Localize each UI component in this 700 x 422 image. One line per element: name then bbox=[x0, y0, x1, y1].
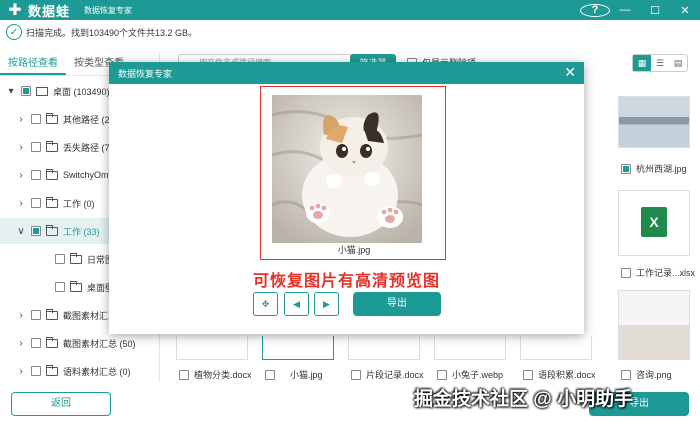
expand-chevron-icon[interactable]: › bbox=[16, 338, 26, 349]
folder-icon bbox=[46, 140, 58, 152]
dialog-close-button[interactable]: ✕ bbox=[564, 65, 576, 79]
help-button[interactable]: ? bbox=[580, 3, 610, 17]
close-window-button[interactable]: ✕ bbox=[670, 4, 700, 17]
folder-icon bbox=[46, 336, 58, 348]
thumbnail-phrases[interactable] bbox=[520, 336, 592, 360]
excel-icon: X bbox=[641, 207, 667, 237]
folder-icon bbox=[46, 196, 58, 208]
thumbnail-kitten[interactable] bbox=[262, 336, 334, 360]
file-item-xlsx[interactable]: 工作记录...xlsx bbox=[616, 266, 695, 279]
next-icon: ▶ bbox=[323, 298, 330, 309]
file-checkbox[interactable] bbox=[621, 369, 631, 380]
check-icon: ✓ bbox=[6, 24, 22, 40]
previous-button[interactable]: ◀ bbox=[284, 292, 309, 316]
tree-checkbox[interactable] bbox=[31, 310, 41, 320]
minimize-button[interactable]: — bbox=[610, 4, 640, 16]
app-subtitle: 数据恢复专家 bbox=[84, 5, 133, 15]
preview-highlight-frame: 小猫.jpg bbox=[260, 86, 446, 260]
file-checkbox[interactable] bbox=[179, 369, 189, 380]
file-checkbox[interactable] bbox=[621, 163, 631, 174]
thumbnail-xlsx[interactable]: X bbox=[618, 190, 690, 256]
list-view-icon[interactable]: ☰ bbox=[651, 55, 669, 71]
expand-chevron-icon[interactable]: › bbox=[16, 310, 26, 321]
expand-chevron-icon[interactable]: › bbox=[16, 114, 26, 125]
app-logo-icon: ✚ bbox=[8, 2, 22, 19]
desktop-icon bbox=[36, 86, 48, 96]
detail-view-icon[interactable]: ▤ bbox=[669, 55, 687, 71]
thumbnail-consult[interactable] bbox=[618, 290, 690, 360]
window-controls: ? — ☐ ✕ bbox=[580, 0, 700, 20]
folder-icon bbox=[70, 252, 82, 264]
tree-checkbox[interactable] bbox=[31, 170, 41, 180]
folder-icon bbox=[46, 364, 58, 376]
tree-item-label: 截图素材汇总 (50) bbox=[63, 338, 136, 349]
tree-checkbox[interactable] bbox=[31, 366, 41, 376]
expand-chevron-icon[interactable]: ▾ bbox=[6, 86, 16, 97]
folder-icon bbox=[70, 280, 82, 292]
folder-icon bbox=[46, 112, 58, 124]
dialog-title: 数据恢复专家 bbox=[118, 68, 173, 79]
grid-view-icon[interactable]: ▦ bbox=[633, 55, 651, 71]
preview-filename: 小猫.jpg bbox=[337, 245, 371, 255]
tree-item[interactable]: › 语料素材汇总 (0) bbox=[0, 358, 160, 384]
folder-icon bbox=[46, 308, 58, 320]
file-item-phrases[interactable]: 语段积累.docx bbox=[518, 368, 596, 381]
file-checkbox[interactable] bbox=[351, 369, 361, 380]
tree-item-label: 桌面 (103490) bbox=[53, 86, 110, 97]
help-icon: ? bbox=[580, 3, 610, 17]
tree-checkbox[interactable] bbox=[31, 338, 41, 348]
tree-item-label: 工作 (0) bbox=[63, 198, 95, 209]
expand-chevron-icon[interactable]: › bbox=[16, 142, 26, 153]
thumbnail-rabbit[interactable] bbox=[434, 336, 506, 360]
file-item-plant[interactable]: 植物分类.docx bbox=[174, 368, 252, 381]
tree-item-label: 工作 (33) bbox=[63, 226, 100, 237]
expand-chevron-icon[interactable]: › bbox=[16, 198, 26, 209]
tree-item-label: SwitchyOme bbox=[63, 170, 114, 180]
preview-annotation: 可恢复图片有高清预览图 bbox=[252, 273, 440, 290]
expand-chevron-icon[interactable]: › bbox=[16, 170, 26, 181]
folder-icon bbox=[46, 224, 58, 236]
file-item-rabbit[interactable]: 小兔子.webp bbox=[432, 368, 503, 381]
tree-checkbox[interactable] bbox=[31, 142, 41, 152]
thumbnail-west-lake[interactable] bbox=[618, 96, 690, 148]
preview-dialog: 数据恢复专家 ✕ 小猫.jpg 可恢复图片有高清预览图 ✥ ◀ ▶ 导出 bbox=[109, 62, 584, 334]
file-checkbox[interactable] bbox=[523, 369, 533, 380]
expand-chevron-icon[interactable]: ∨ bbox=[16, 226, 26, 237]
back-button[interactable]: 返回 bbox=[11, 392, 111, 416]
fit-screen-icon: ✥ bbox=[261, 298, 270, 309]
dialog-header: 数据恢复专家 bbox=[109, 62, 584, 84]
expand-chevron-icon[interactable]: › bbox=[16, 366, 26, 377]
file-item-kitten[interactable]: 小猫.jpg bbox=[260, 368, 323, 381]
thumbnail-snippet[interactable] bbox=[348, 336, 420, 360]
kitten-preview-image bbox=[272, 95, 422, 243]
tree-checkbox[interactable] bbox=[31, 114, 41, 124]
thumbnail-plant[interactable] bbox=[176, 336, 248, 360]
previous-icon: ◀ bbox=[293, 298, 300, 309]
maximize-button[interactable]: ☐ bbox=[640, 4, 670, 17]
tree-checkbox[interactable] bbox=[55, 282, 65, 292]
tree-checkbox[interactable] bbox=[55, 254, 65, 264]
tree-item-label: 语料素材汇总 (0) bbox=[63, 366, 131, 377]
tree-checkbox[interactable] bbox=[31, 226, 41, 236]
file-checkbox[interactable] bbox=[437, 369, 447, 380]
file-checkbox[interactable] bbox=[265, 369, 275, 380]
file-checkbox[interactable] bbox=[621, 267, 631, 278]
scan-status: ✓ 扫描完成。找到103490个文件共13.2 GB。 bbox=[6, 22, 197, 42]
next-button[interactable]: ▶ bbox=[314, 292, 339, 316]
watermark: 掘金技术社区 @ 小明助手 bbox=[414, 389, 634, 410]
title-bar: ✚ 数据蛙 数据恢复专家 ? — ☐ ✕ bbox=[0, 0, 700, 20]
tree-checkbox[interactable] bbox=[21, 86, 31, 96]
file-item-snippet[interactable]: 片段记录.docx bbox=[346, 368, 424, 381]
folder-icon bbox=[46, 168, 58, 180]
app-name: 数据蛙 bbox=[28, 3, 71, 19]
file-item-west-lake[interactable]: 杭州西湖.jpg bbox=[616, 162, 687, 175]
view-mode-toggle: ▦ ☰ ▤ bbox=[632, 54, 688, 72]
tab-by-path[interactable]: 按路径查看 bbox=[0, 52, 66, 75]
tree-checkbox[interactable] bbox=[31, 198, 41, 208]
file-item-consult[interactable]: 咨询.png bbox=[616, 368, 672, 381]
dialog-export-button[interactable]: 导出 bbox=[353, 292, 441, 316]
scan-status-text: 扫描完成。找到103490个文件共13.2 GB。 bbox=[26, 27, 198, 38]
fit-screen-button[interactable]: ✥ bbox=[253, 292, 278, 316]
